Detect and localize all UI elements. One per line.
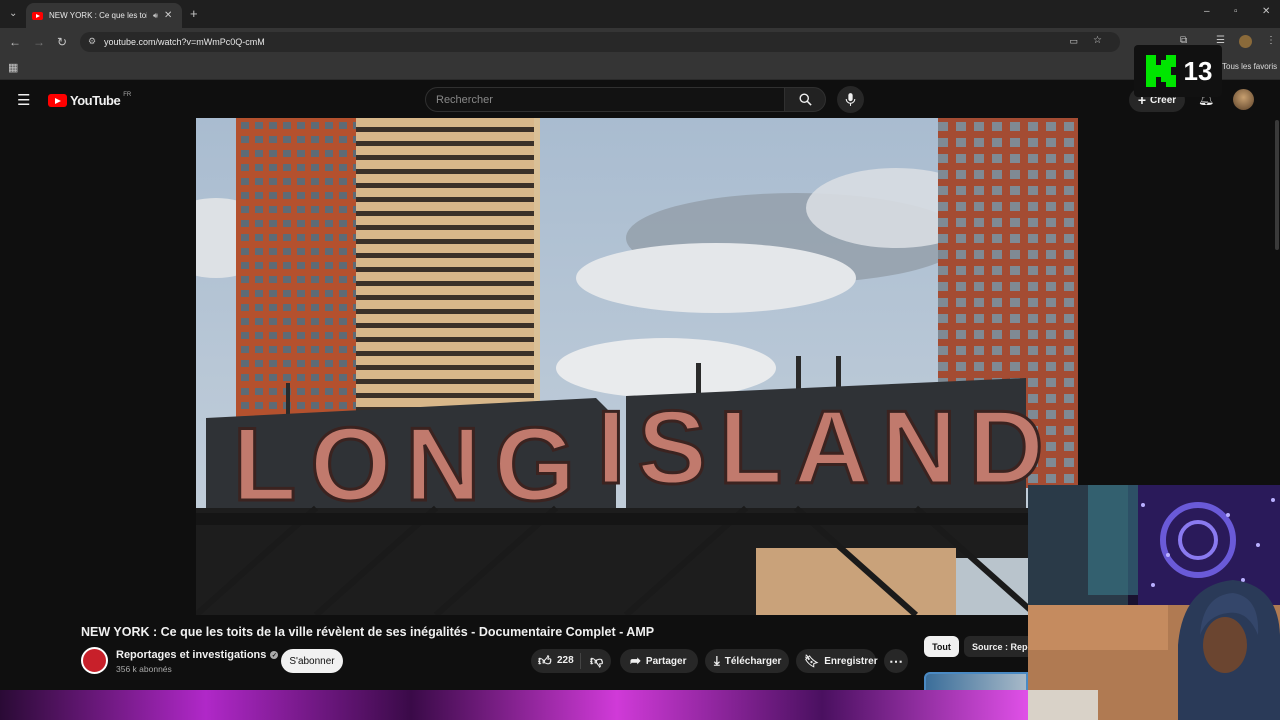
microphone-icon — [845, 93, 856, 106]
save-label: Enregistrer — [824, 655, 878, 667]
share-button[interactable]: ➦ Partager — [620, 649, 698, 673]
more-actions-button[interactable]: ⋯ — [884, 649, 908, 673]
download-label: Télécharger — [724, 655, 782, 667]
like-count[interactable]: 228 — [557, 655, 574, 666]
browser-tab-bar: ⌄ NEW YORK : Ce que les toits 🔊︎ ✕ + – ▫… — [0, 0, 1280, 28]
all-bookmarks-link[interactable]: Tous les favoris — [1222, 62, 1277, 71]
new-tab-icon[interactable]: + — [190, 6, 198, 21]
channel-name-row[interactable]: Reportages et investigations ✓ — [116, 649, 279, 661]
close-tab-icon[interactable]: ✕ — [164, 10, 172, 21]
verified-check-icon: ✓ — [270, 651, 279, 659]
video-title: NEW YORK : Ce que les toits de la ville … — [81, 625, 655, 639]
channel-avatar[interactable] — [81, 647, 108, 674]
tab-list-chevron-icon[interactable]: ⌄ — [9, 8, 17, 19]
save-button[interactable]: 🔖︎ Enregistrer — [796, 649, 878, 673]
dislike-icon[interactable]: 👎︎ — [590, 653, 603, 669]
youtube-play-logo-icon — [48, 94, 67, 107]
minimize-icon[interactable]: – — [1204, 6, 1210, 17]
like-icon[interactable]: 👍︎ — [538, 653, 552, 669]
region-code: FR — [123, 91, 132, 98]
browser-tab[interactable]: NEW YORK : Ce que les toits 🔊︎ ✕ — [26, 3, 182, 28]
like-divider — [580, 653, 581, 669]
back-icon[interactable]: ← — [9, 35, 21, 49]
user-avatar[interactable] — [1233, 89, 1254, 110]
share-label: Partager — [645, 655, 687, 667]
kick-overlay-badge: 13 — [1134, 45, 1222, 97]
speaker-icon[interactable]: 🔊︎ — [153, 11, 158, 21]
forward-icon[interactable]: → — [33, 35, 45, 49]
subscribe-button[interactable]: S'abonner — [281, 649, 343, 673]
address-bar[interactable]: ⚙ youtube.com/watch?v=mWmPc0Q-cmM ▭ ☆ — [80, 32, 1120, 52]
maximize-icon[interactable]: ▫ — [1234, 6, 1238, 17]
youtube-logo-text: YouTube — [70, 93, 121, 108]
chip-source[interactable]: Source : Repo — [964, 636, 1028, 657]
reload-icon[interactable]: ↻ — [57, 35, 67, 49]
channel-name[interactable]: Reportages et investigations — [116, 649, 266, 661]
tab-title: NEW YORK : Ce que les toits — [49, 11, 147, 20]
share-arrow-icon: ➦ — [630, 653, 641, 668]
like-dislike-group: 👍︎ 228 👎︎ — [531, 649, 611, 673]
download-icon: ⤓ — [714, 653, 720, 668]
bookmarks-bar: ▦ Tous les favoris — [0, 56, 1280, 80]
voice-search-button[interactable] — [837, 86, 864, 113]
more-horizontal-icon: ⋯ — [889, 652, 903, 669]
sign-island-text: ISLAND — [596, 390, 1055, 506]
browser-menu-icon[interactable]: ⋮ — [1266, 35, 1276, 46]
video-frame: LONG ISLAND — [196, 118, 1078, 615]
kick-logo-icon — [1145, 55, 1176, 87]
site-info-icon[interactable]: ⚙ — [88, 36, 96, 47]
search-icon — [799, 93, 812, 106]
youtube-favicon-icon — [32, 11, 43, 20]
close-window-icon[interactable]: ✕ — [1262, 6, 1270, 17]
recommendation-thumbnail[interactable] — [924, 672, 1028, 692]
youtube-logo[interactable]: YouTube FR — [48, 91, 132, 108]
chip-all[interactable]: Tout — [924, 636, 959, 657]
subscriber-count: 356 k abonnés — [116, 664, 172, 674]
webcam-frame — [1028, 485, 1280, 720]
bookmark-icon: 🔖︎ — [804, 654, 820, 668]
hamburger-menu-icon[interactable]: ☰ — [17, 91, 30, 109]
page-scrollbar[interactable] — [1275, 120, 1279, 250]
sign-long-text: LONG — [233, 407, 589, 523]
cast-icon[interactable]: ▭ — [1069, 36, 1078, 47]
apps-grid-icon[interactable]: ▦ — [8, 61, 18, 74]
download-button[interactable]: ⤓ Télécharger — [705, 649, 789, 673]
search-button[interactable] — [784, 87, 826, 112]
url-text: youtube.com/watch?v=mWmPc0Q-cmM — [104, 37, 265, 47]
profile-avatar[interactable] — [1239, 35, 1252, 48]
video-player[interactable]: LONG ISLAND — [196, 118, 1078, 615]
search-input[interactable]: Rechercher — [425, 87, 785, 112]
bookmark-star-icon[interactable]: ☆ — [1093, 35, 1102, 46]
stream-overlay-strip — [0, 690, 1028, 720]
webcam-overlay — [1028, 485, 1280, 720]
overlay-number: 13 — [1183, 55, 1213, 86]
